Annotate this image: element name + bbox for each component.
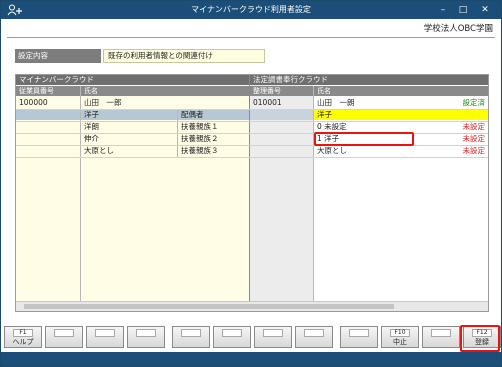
col-header-emp-no: 従業員番号 <box>16 86 80 96</box>
grid-vline <box>80 86 81 301</box>
horizontal-scrollbar[interactable] <box>16 301 488 311</box>
row1-name[interactable]: 洋子 <box>81 110 177 120</box>
f1-help-button[interactable]: F1 ヘルプ <box>4 326 42 348</box>
status-bar <box>1 352 501 366</box>
close-icon[interactable]: ✕ <box>475 1 495 19</box>
fkey-blank-2[interactable] <box>45 326 83 348</box>
function-key-bar: F1 ヘルプ F10 中止 F12 登録 <box>1 322 501 352</box>
row1-relation: 配偶者 <box>181 110 204 119</box>
fkey-blank-11[interactable] <box>422 326 460 348</box>
row2-r-name[interactable]: 0 未設定 <box>314 122 434 132</box>
row0-r-no[interactable]: 010001 <box>250 98 313 108</box>
row3-relation: 扶養親族２ <box>181 134 219 143</box>
fkey-blank-9[interactable] <box>340 326 378 348</box>
col-header-name: 氏名 <box>81 86 249 96</box>
col-header-r-name: 氏名 <box>314 86 488 96</box>
row2-status: 未設定 <box>462 122 486 131</box>
f10-cancel-button[interactable]: F10 中止 <box>381 326 419 348</box>
row3-status: 未設定 <box>462 134 486 143</box>
grid-hline <box>16 157 488 158</box>
row4-relation: 扶養親族３ <box>181 146 219 155</box>
grid-hline <box>16 145 488 146</box>
window-title: マイナンバークラウド利用者設定 <box>191 5 311 14</box>
fkey-blank-8[interactable] <box>295 326 333 348</box>
fkey-blank-5[interactable] <box>172 326 210 348</box>
app-window: マイナンバークラウド利用者設定 – □ ✕ 学校法人OBC学園 設定内容 既存の… <box>0 0 502 367</box>
row0-name[interactable]: 山田 一郎 <box>81 98 181 108</box>
setting-value-field[interactable]: 既存の利用者情報との関連付け <box>103 49 265 63</box>
grid-hline <box>16 133 488 134</box>
title-bar: マイナンバークラウド利用者設定 – □ ✕ <box>1 1 501 19</box>
row2-name[interactable]: 洋朗 <box>81 122 177 132</box>
row0-r-name[interactable]: 山田 一朗 <box>314 98 434 108</box>
row0-status: 設定済 <box>462 98 486 107</box>
row3-name[interactable]: 伸介 <box>81 134 177 144</box>
setting-label: 設定内容 <box>15 49 101 63</box>
fkey-blank-4[interactable] <box>127 326 165 348</box>
col-header-r-no: 整理番号 <box>250 86 313 96</box>
fkey-blank-6[interactable] <box>213 326 251 348</box>
minimize-icon[interactable]: – <box>433 1 453 19</box>
group-header-mynumber: マイナンバークラウド <box>16 75 249 85</box>
mapping-grid: マイナンバークラウド 法定調書奉行クラウド 従業員番号 氏名 整理番号 氏名 1… <box>15 74 489 312</box>
header-divider <box>7 37 495 38</box>
row2-relation: 扶養親族１ <box>181 122 219 131</box>
register-highlight <box>460 325 500 352</box>
grid-hline <box>16 121 488 122</box>
row4-name[interactable]: 大原とし <box>81 146 177 156</box>
company-name: 学校法人OBC学園 <box>423 24 493 34</box>
fkey-blank-3[interactable] <box>86 326 124 348</box>
selection-highlight <box>314 132 414 146</box>
maximize-icon[interactable]: □ <box>453 1 473 19</box>
grid-vline <box>177 110 178 158</box>
row4-status: 未設定 <box>462 146 486 155</box>
scrollbar-thumb[interactable] <box>24 304 394 309</box>
grid-hline <box>16 109 488 110</box>
row4-r-name[interactable]: 大原とし <box>314 146 434 156</box>
group-header-houtei: 法定調書奉行クラウド <box>250 75 488 85</box>
row1-r-name[interactable]: 洋子 <box>314 110 434 120</box>
row0-emp-no[interactable]: 100000 <box>16 98 80 108</box>
grid-vline <box>313 86 314 301</box>
row1-r-no-bg <box>250 110 313 120</box>
fkey-blank-7[interactable] <box>254 326 292 348</box>
